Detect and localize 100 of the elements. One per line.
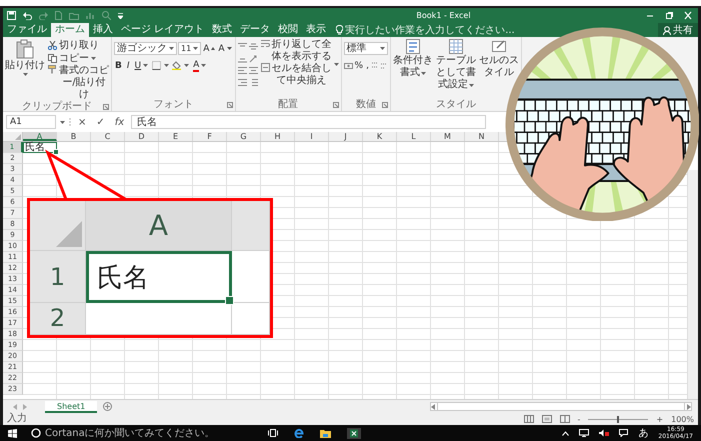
style-button[interactable]: テーブルとして書式設定 bbox=[436, 39, 476, 91]
person-icon bbox=[663, 26, 671, 34]
chevron-up-icon[interactable] bbox=[562, 430, 570, 436]
align-middle-icon[interactable] bbox=[248, 42, 258, 51]
customize-caret-icon[interactable] bbox=[118, 12, 123, 18]
ribbon-tab[interactable]: 校閲 bbox=[274, 23, 302, 37]
fill-bucket-icon[interactable] bbox=[172, 61, 182, 70]
border-icon[interactable] bbox=[152, 61, 162, 70]
formula-bar-field[interactable]: 氏名 bbox=[131, 115, 486, 129]
column-header[interactable]: H bbox=[261, 132, 295, 141]
column-header[interactable]: C bbox=[91, 132, 125, 141]
paste-button[interactable]: 貼り付け bbox=[5, 39, 45, 76]
page-break-view-icon[interactable] bbox=[560, 415, 570, 423]
comma-button[interactable]: , bbox=[365, 60, 370, 72]
bold-button[interactable]: B bbox=[114, 60, 123, 72]
magnifier-icon[interactable] bbox=[102, 11, 111, 20]
percent-button[interactable]: % bbox=[354, 60, 364, 72]
increase-decimal-icon[interactable] bbox=[370, 61, 379, 70]
close-icon[interactable] bbox=[682, 11, 694, 20]
column-header[interactable]: J bbox=[329, 132, 363, 141]
speaker-muted-icon[interactable] bbox=[599, 429, 610, 437]
ribbon-tab[interactable]: 挿入 bbox=[89, 23, 117, 37]
ime-indicator[interactable]: あ bbox=[638, 426, 648, 440]
column-header[interactable]: G bbox=[227, 132, 261, 141]
normal-view-icon[interactable] bbox=[524, 415, 534, 423]
browser-icon[interactable] bbox=[294, 428, 304, 438]
folder-icon[interactable] bbox=[320, 428, 331, 438]
font-size-dropdown[interactable]: 11 bbox=[178, 42, 202, 55]
notification-icon[interactable] bbox=[619, 429, 628, 437]
search-field[interactable]: Cortanaに何か聞いてみてください。 bbox=[45, 428, 238, 438]
sheet-tab[interactable]: Sheet1 bbox=[45, 400, 98, 412]
scroll-left-icon[interactable] bbox=[13, 404, 17, 410]
horizontal-scrollbar[interactable] bbox=[430, 402, 692, 411]
cancel-button[interactable]: × bbox=[75, 116, 90, 128]
column-header[interactable]: M bbox=[431, 132, 465, 141]
ribbon-tab[interactable]: ファイル bbox=[3, 23, 51, 37]
style-button[interactable]: 条件付き書式 bbox=[392, 39, 433, 79]
currency-icon[interactable] bbox=[344, 61, 353, 70]
align-center-icon[interactable] bbox=[248, 66, 258, 75]
scroll-right-icon[interactable] bbox=[687, 404, 691, 410]
scroll-left-icon[interactable] bbox=[431, 404, 435, 410]
style-button[interactable]: セルのスタイル bbox=[478, 39, 519, 79]
zoom-in-button[interactable]: + bbox=[656, 414, 664, 424]
zoom-slider-thumb[interactable] bbox=[617, 416, 620, 422]
scroll-right-icon[interactable] bbox=[23, 404, 27, 410]
page-layout-view-icon[interactable] bbox=[542, 415, 552, 423]
column-header[interactable]: N bbox=[465, 132, 499, 141]
vertical-scrollbar[interactable] bbox=[687, 170, 698, 399]
column-header[interactable]: F bbox=[193, 132, 227, 141]
wrap-text-button[interactable]: 折り返して全体を表示する bbox=[260, 39, 339, 63]
column-header[interactable]: D bbox=[125, 132, 159, 141]
table-cell: 氏名 bbox=[86, 251, 232, 303]
save-icon[interactable] bbox=[7, 11, 16, 20]
brush-icon bbox=[48, 65, 57, 74]
align-left-icon[interactable] bbox=[238, 66, 247, 75]
chart-icon[interactable] bbox=[86, 11, 95, 20]
column-header[interactable]: I bbox=[295, 132, 329, 141]
column-header[interactable]: K bbox=[363, 132, 397, 141]
column-header[interactable]: E bbox=[159, 132, 193, 141]
caret-icon bbox=[143, 64, 148, 67]
redo-icon[interactable] bbox=[39, 12, 48, 20]
windows-logo-icon[interactable] bbox=[8, 428, 17, 438]
ribbon-tab[interactable]: ページ レイアウト bbox=[117, 23, 208, 37]
add-sheet-icon[interactable] bbox=[103, 402, 112, 411]
ribbon-tab[interactable]: データ bbox=[236, 23, 274, 37]
format-painter-button[interactable]: 書式のコピー/貼り付け bbox=[48, 65, 109, 101]
decrease-decimal-icon[interactable] bbox=[380, 61, 388, 70]
undo-icon[interactable] bbox=[23, 12, 32, 20]
text-direction-icon[interactable] bbox=[248, 54, 258, 63]
italic-button[interactable]: I bbox=[126, 60, 131, 72]
ribbon-tab[interactable]: 数式 bbox=[208, 23, 236, 37]
ribbon-tab[interactable]: 表示 bbox=[302, 23, 330, 37]
name-box[interactable]: A1 bbox=[6, 115, 56, 129]
underline-button[interactable]: U bbox=[134, 60, 150, 72]
enter-button[interactable]: ✓ bbox=[93, 116, 108, 128]
number-format-dropdown[interactable]: 標準 bbox=[344, 42, 388, 55]
group-label: クリップボード bbox=[22, 101, 92, 113]
column-header[interactable]: L bbox=[397, 132, 431, 141]
share-button[interactable]: 共有 bbox=[658, 23, 698, 37]
restore-icon[interactable] bbox=[663, 11, 675, 20]
zoom-out-button[interactable]: - bbox=[578, 414, 580, 424]
merge-center-button[interactable]: セルを結合して中央揃え bbox=[260, 63, 339, 87]
grow-font-button[interactable]: A bbox=[202, 42, 216, 54]
ribbon-tab[interactable]: ホーム bbox=[51, 23, 89, 37]
task-view-icon[interactable] bbox=[268, 429, 278, 437]
cut-button[interactable]: 切り取り bbox=[48, 39, 99, 52]
scrollbar-thumb[interactable] bbox=[437, 403, 685, 410]
copy-button[interactable]: コピー bbox=[48, 52, 96, 65]
document-icon[interactable] bbox=[55, 11, 62, 20]
align-right-icon[interactable] bbox=[238, 78, 247, 87]
column-header[interactable]: A bbox=[23, 132, 57, 141]
spreadsheet-app-icon[interactable] bbox=[347, 428, 361, 438]
network-icon[interactable] bbox=[579, 429, 590, 437]
merge-cells-icon bbox=[260, 63, 270, 72]
column-header[interactable]: B bbox=[57, 132, 91, 141]
font-color-button[interactable]: A bbox=[192, 60, 208, 72]
fill-handle[interactable] bbox=[53, 149, 59, 155]
insert-function-button[interactable]: fx bbox=[112, 116, 128, 128]
font-name-dropdown[interactable]: 游ゴシック bbox=[114, 42, 177, 55]
shrink-font-button[interactable]: A bbox=[217, 42, 233, 54]
